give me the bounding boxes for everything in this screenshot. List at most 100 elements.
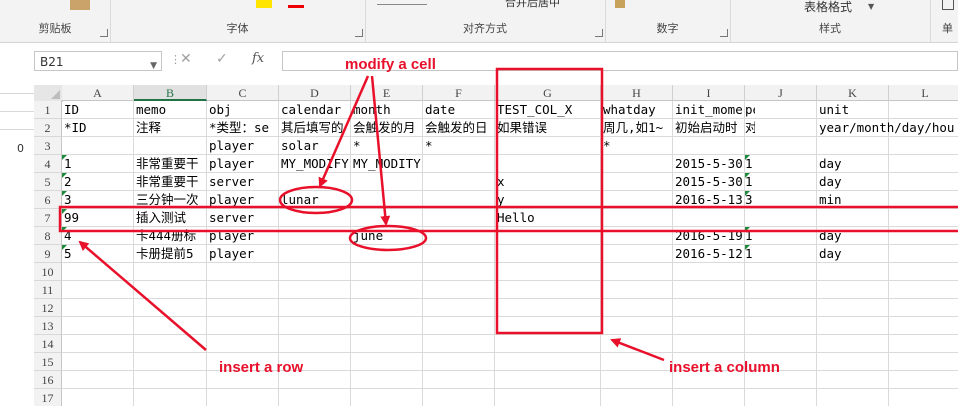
dialog-launcher-icon[interactable] xyxy=(595,29,603,37)
row-header-17[interactable]: 17 xyxy=(34,389,62,406)
cell-b8[interactable]: 卡444册标 xyxy=(134,227,207,245)
cell-f3[interactable]: * xyxy=(423,137,495,155)
row-header-8[interactable]: 8 xyxy=(34,227,62,245)
cell-d4[interactable]: MY_MODIFY xyxy=(279,155,351,173)
table-format-button[interactable]: 表格格式 xyxy=(804,0,852,15)
column-header-l[interactable]: L xyxy=(889,85,958,101)
cell-i6[interactable]: 2016-5-13 xyxy=(673,191,745,209)
row-header-15[interactable]: 15 xyxy=(34,353,62,371)
cell-a2[interactable]: *ID xyxy=(62,119,134,137)
cell-g7[interactable]: Hello xyxy=(495,209,601,227)
column-header-k[interactable]: K xyxy=(817,85,889,101)
dialog-launcher-icon[interactable] xyxy=(100,29,108,37)
cell-h1[interactable]: whatday xyxy=(601,101,673,119)
cell-k2[interactable]: year/month/day/hou xyxy=(817,119,958,137)
outline-level-label[interactable]: 0 xyxy=(17,142,24,155)
cell-e1[interactable]: month xyxy=(351,101,423,119)
column-header-e[interactable]: E xyxy=(351,85,423,101)
cell-a5[interactable]: 2 xyxy=(62,173,134,191)
row-header-10[interactable]: 10 xyxy=(34,263,62,281)
cell-b2[interactable]: 注释 xyxy=(134,119,207,137)
error-indicator-icon[interactable] xyxy=(745,245,750,250)
cell-d1[interactable]: calendar xyxy=(279,101,351,119)
font-color-icon[interactable] xyxy=(288,0,304,8)
error-indicator-icon[interactable] xyxy=(62,155,67,160)
cell-c1[interactable]: obj xyxy=(207,101,279,119)
cell-c3[interactable]: player xyxy=(207,137,279,155)
error-indicator-icon[interactable] xyxy=(745,173,750,178)
row-header-2[interactable]: 2 xyxy=(34,119,62,137)
dialog-launcher-icon[interactable] xyxy=(720,29,728,37)
error-indicator-icon[interactable] xyxy=(62,245,67,250)
cell-e4[interactable]: MY_MODITY xyxy=(351,155,423,173)
cell-b5[interactable]: 非常重要干 xyxy=(134,173,207,191)
cell-a9[interactable]: 5 xyxy=(62,245,134,263)
cell-i2[interactable]: 初始启动时 xyxy=(673,119,745,137)
error-indicator-icon[interactable] xyxy=(745,191,750,196)
column-header-i[interactable]: I xyxy=(673,85,745,101)
cell-i5[interactable]: 2015-5-30 xyxy=(673,173,745,191)
column-header-b[interactable]: B xyxy=(134,85,207,101)
format-painter-icon[interactable] xyxy=(70,0,90,10)
merge-center-button[interactable]: 合并后居中 xyxy=(505,0,560,10)
cell-a6[interactable]: 3 xyxy=(62,191,134,209)
row-header-11[interactable]: 11 xyxy=(34,281,62,299)
spreadsheet-grid[interactable]: A B C D E F G H I J K L 1 2 3 4 5 6 7 8 9 10 11 12 13 14 15 16 17 ID m… xyxy=(34,85,958,406)
chevron-down-icon[interactable]: ▼ xyxy=(868,2,874,11)
cell-b1[interactable]: memo xyxy=(134,101,207,119)
cell-h2[interactable]: 周几,如1~ xyxy=(601,119,673,137)
cell-k5[interactable]: day xyxy=(817,173,889,191)
cell-b7[interactable]: 插入测试 xyxy=(134,209,207,227)
chevron-down-icon[interactable]: ▼ xyxy=(150,56,157,76)
align-icon[interactable] xyxy=(377,0,427,5)
cell-g5[interactable]: x xyxy=(495,173,601,191)
cell-b9[interactable]: 卡册提前5 xyxy=(134,245,207,263)
row-header-14[interactable]: 14 xyxy=(34,335,62,353)
cell-e8[interactable]: june xyxy=(351,227,423,245)
cell-i1[interactable]: init_mome xyxy=(673,101,745,119)
cell-k4[interactable]: day xyxy=(817,155,889,173)
row-header-13[interactable]: 13 xyxy=(34,317,62,335)
error-indicator-icon[interactable] xyxy=(62,191,67,196)
cell-c4[interactable]: player xyxy=(207,155,279,173)
error-indicator-icon[interactable] xyxy=(62,227,67,232)
cell-c7[interactable]: server xyxy=(207,209,279,227)
highlight-color-icon[interactable] xyxy=(256,0,272,8)
cell-k6[interactable]: min xyxy=(817,191,889,209)
cell-f2[interactable]: 会触发的日 xyxy=(423,119,495,137)
row-header-7[interactable]: 7 xyxy=(34,209,62,227)
row-header-4[interactable]: 4 xyxy=(34,155,62,173)
column-header-h[interactable]: H xyxy=(601,85,673,101)
row-header-9[interactable]: 9 xyxy=(34,245,62,263)
name-box[interactable]: B21 ▼ xyxy=(34,51,162,71)
cell-c8[interactable]: player xyxy=(207,227,279,245)
cell-d2[interactable]: 其后填写的 xyxy=(279,119,351,137)
cell-c2[interactable]: *类型：se xyxy=(207,119,279,137)
column-header-d[interactable]: D xyxy=(279,85,351,101)
error-indicator-icon[interactable] xyxy=(62,209,67,214)
column-header-a[interactable]: A xyxy=(62,85,134,101)
cell-a7[interactable]: 99 xyxy=(62,209,134,227)
row-header-12[interactable]: 12 xyxy=(34,299,62,317)
column-header-f[interactable]: F xyxy=(423,85,495,101)
row-header-5[interactable]: 5 xyxy=(34,173,62,191)
cell-k8[interactable]: day xyxy=(817,227,889,245)
cell-g2[interactable]: 如果错误 xyxy=(495,119,601,137)
cell-b4[interactable]: 非常重要干 xyxy=(134,155,207,173)
select-all-corner[interactable] xyxy=(34,85,63,102)
cell-c6[interactable]: player xyxy=(207,191,279,209)
cell-b6[interactable]: 三分钟一次 xyxy=(134,191,207,209)
row-header-16[interactable]: 16 xyxy=(34,371,62,389)
cell-i4[interactable]: 2015-5-30 xyxy=(673,155,745,173)
dialog-launcher-icon[interactable] xyxy=(355,29,363,37)
row-header-6[interactable]: 6 xyxy=(34,191,62,209)
error-indicator-icon[interactable] xyxy=(62,173,67,178)
cell-k9[interactable]: day xyxy=(817,245,889,263)
insert-function-icon[interactable]: fx xyxy=(252,51,264,66)
currency-icon[interactable] xyxy=(615,0,625,8)
cell-h3[interactable]: * xyxy=(601,137,673,155)
cell-c9[interactable]: player xyxy=(207,245,279,263)
cell-e3[interactable]: * xyxy=(351,137,423,155)
row-header-1[interactable]: 1 xyxy=(34,101,62,119)
cell-j2[interactable]: 对应调用周 xyxy=(745,119,755,137)
